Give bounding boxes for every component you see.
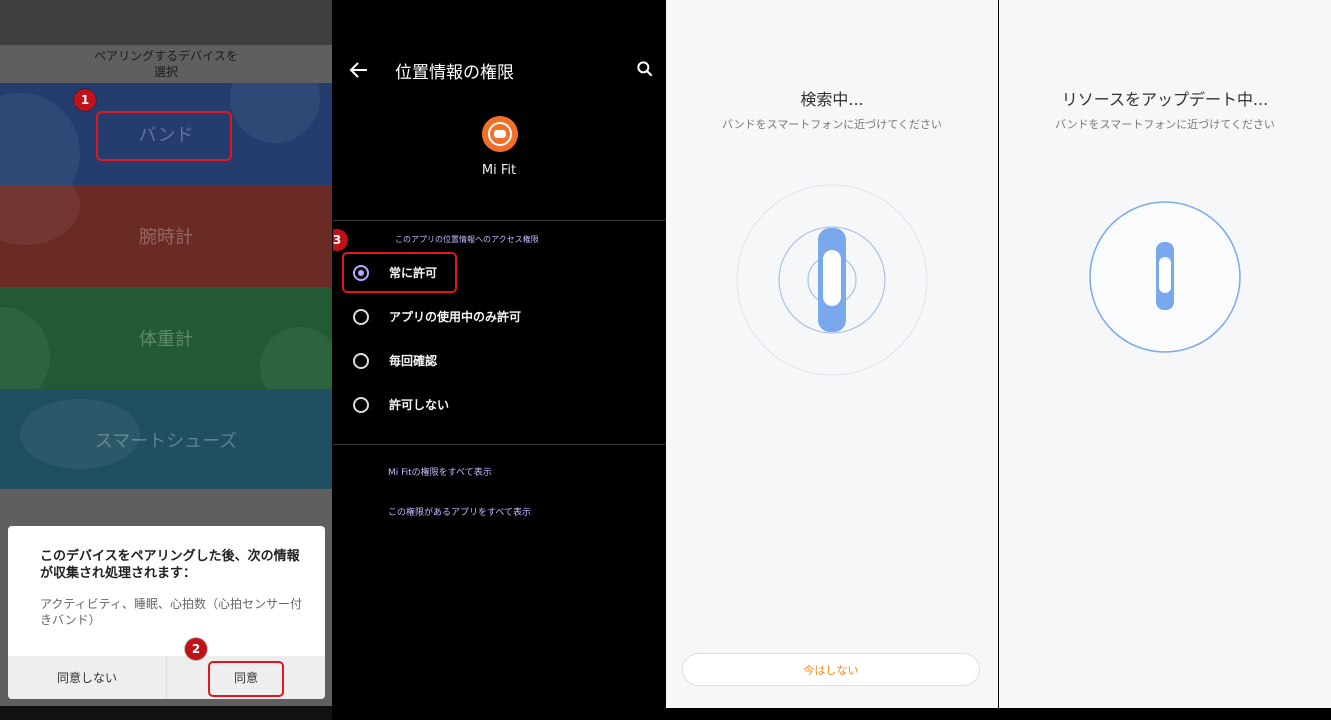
mi-fit-app-icon	[482, 116, 518, 152]
updating-heading: リソースをアップデート中...	[1061, 90, 1269, 109]
step-marker-2: 2	[185, 638, 207, 660]
highlight-always-allow	[342, 252, 457, 293]
category-label: 体重計	[139, 329, 193, 350]
searching-panel: 検索中... バンドをスマートフォンに近づけてください 今はしない	[666, 0, 998, 720]
see-all-apps-link[interactable]: この権限があるアプリをすべて表示	[388, 505, 531, 518]
not-now-button[interactable]: 今はしない	[682, 653, 980, 686]
back-arrow-icon[interactable]	[347, 58, 371, 82]
searching-heading: 検索中...	[800, 90, 864, 109]
updating-resources-panel: リソースをアップデート中... バンドをスマートフォンに近づけてください	[999, 0, 1331, 720]
device-select-panel: ペアリングするデバイスを 選択 バンド 腕時計 体重計 スマートシューズ このデ…	[0, 0, 332, 720]
step-marker-1: 1	[74, 89, 96, 111]
header-line-2: 選択	[153, 65, 178, 79]
dialog-body: アクティビティ、睡眠、心拍数（心拍センサー付きバンド）	[40, 597, 302, 627]
nav-bar	[0, 706, 332, 720]
radio-icon	[353, 353, 369, 369]
band-search-animation-icon	[736, 184, 928, 376]
section-label: このアプリの位置情報へのアクセス権限	[395, 235, 539, 244]
searching-subtext: バンドをスマートフォンに近づけてください	[722, 118, 942, 131]
option-label: アプリの使用中のみ許可	[389, 310, 522, 324]
highlight-agree	[208, 661, 284, 697]
divider	[333, 220, 665, 221]
option-deny[interactable]: 許可しない	[333, 387, 665, 423]
status-bar	[0, 0, 332, 45]
category-label: 腕時計	[139, 227, 193, 248]
nav-bar	[666, 708, 998, 720]
location-permission-panel: 位置情報の権限 Mi Fit このアプリの位置情報へのアクセス権限 常に許可 ア…	[333, 0, 665, 720]
device-select-header: ペアリングするデバイスを 選択	[0, 45, 332, 83]
highlight-band	[96, 111, 232, 161]
app-name: Mi Fit	[481, 163, 517, 178]
radio-icon	[353, 309, 369, 325]
radio-icon	[353, 397, 369, 413]
see-all-permissions-link[interactable]: Mi Fitの権限をすべて表示	[388, 465, 492, 478]
category-scale[interactable]: 体重計	[0, 287, 332, 389]
category-watch[interactable]: 腕時計	[0, 185, 332, 287]
header-line-1: ペアリングするデバイスを	[94, 49, 238, 63]
divider	[333, 444, 665, 445]
option-allow-while-using[interactable]: アプリの使用中のみ許可	[333, 299, 665, 335]
option-ask-every-time[interactable]: 毎回確認	[333, 343, 665, 379]
updating-subtext: バンドをスマートフォンに近づけてください	[1055, 118, 1275, 131]
option-label: 毎回確認	[389, 354, 438, 368]
dialog-title: このデバイスをペアリングした後、次の情報が収集され処理されます：	[40, 549, 300, 581]
page-title: 位置情報の権限	[395, 63, 514, 83]
search-icon[interactable]	[635, 59, 655, 79]
option-label: 許可しない	[389, 398, 450, 412]
category-label: スマートシューズ	[94, 431, 238, 452]
nav-bar	[999, 708, 1331, 720]
decline-button[interactable]: 同意しない	[8, 656, 166, 699]
category-smart-shoes[interactable]: スマートシューズ	[0, 389, 332, 491]
step-marker-3: 3	[333, 229, 348, 251]
band-update-icon	[1089, 201, 1241, 353]
